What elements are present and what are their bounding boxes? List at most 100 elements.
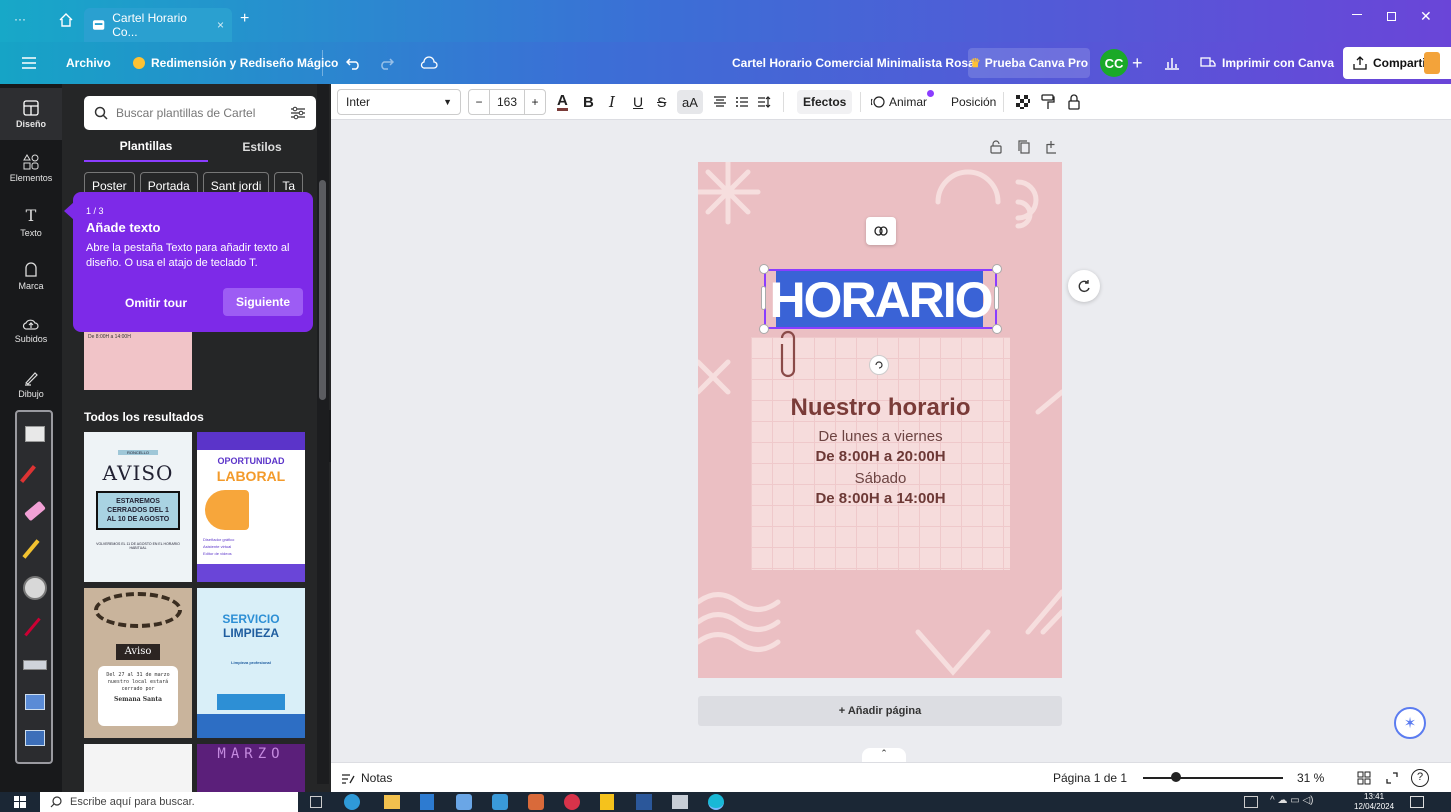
zoom-slider-thumb[interactable] — [1170, 772, 1181, 782]
page-indicator[interactable]: Página 1 de 1 — [1053, 771, 1127, 785]
rail-item-draw[interactable]: Dibujo — [0, 358, 62, 410]
tab-close-icon[interactable]: × — [217, 18, 224, 32]
lock-icon[interactable] — [1067, 84, 1081, 120]
font-size-input[interactable]: 163 — [489, 90, 525, 114]
magic-assistant-icon[interactable]: ✶ — [1394, 707, 1426, 739]
print-button[interactable]: Imprimir con Canva — [1192, 48, 1336, 78]
magic-resize-button[interactable]: Redimensión y Rediseño Mágico — [133, 42, 338, 84]
resize-handle[interactable] — [759, 324, 769, 334]
whiteboard-icon[interactable] — [25, 426, 45, 442]
maximize-icon[interactable] — [1387, 12, 1396, 21]
app-icon[interactable] — [600, 794, 614, 810]
expand-pages-icon[interactable]: ⌃ — [862, 748, 906, 762]
effects-button[interactable]: Efectos — [797, 90, 853, 114]
rail-item-text[interactable]: T Texto — [0, 196, 62, 248]
taskbar-search[interactable]: Escribe aquí para buscar. — [40, 792, 298, 812]
poster-subtitle[interactable]: Nuestro horario — [751, 394, 1010, 422]
notes-button[interactable]: Notas — [341, 771, 392, 785]
add-collaborator-icon[interactable]: + — [1132, 42, 1143, 84]
avatar[interactable]: CC — [1100, 49, 1128, 77]
paperclip-icon[interactable] — [776, 330, 800, 380]
add-page-button[interactable]: + Añadir página — [698, 696, 1062, 726]
pointer-tool-icon[interactable] — [23, 576, 47, 600]
document-title[interactable]: Cartel Horario Comercial Minimalista Ros… — [732, 42, 975, 84]
underline-icon[interactable]: U — [633, 84, 643, 120]
template-search-field[interactable]: Buscar plantillas de Cartel — [84, 96, 316, 130]
app-icon[interactable] — [492, 794, 508, 810]
desktop-icon[interactable] — [25, 730, 45, 746]
marker-red-icon[interactable] — [20, 465, 36, 483]
analytics-icon[interactable] — [1164, 42, 1180, 84]
decrease-size-button[interactable]: − — [469, 95, 489, 109]
align-icon[interactable] — [713, 84, 727, 120]
poster-line[interactable]: De 8:00H a 14:00H — [751, 490, 1010, 507]
grid-view-icon[interactable] — [1357, 771, 1371, 785]
store-icon[interactable] — [420, 794, 434, 810]
tray-icons[interactable]: ^ ☁ ▭ ◁) — [1270, 795, 1314, 806]
screen-icon[interactable] — [25, 694, 45, 710]
new-tab-button[interactable]: + — [240, 10, 249, 28]
word-icon[interactable] — [636, 794, 652, 810]
spacing-icon[interactable] — [757, 84, 771, 120]
opera-icon[interactable] — [564, 794, 580, 810]
rail-item-uploads[interactable]: Subidos — [0, 304, 62, 356]
duplicate-page-icon[interactable] — [1018, 140, 1030, 154]
template-card-partial[interactable] — [84, 744, 192, 792]
app-icon[interactable] — [528, 794, 544, 810]
template-card-limpieza[interactable]: SERVICIO LIMPIEZA Limpieza profesional — [197, 588, 305, 738]
template-card-marzo[interactable]: MARZO — [197, 744, 305, 792]
filter-icon[interactable] — [290, 106, 306, 120]
help-icon[interactable]: ? — [1411, 769, 1429, 787]
skip-tour-button[interactable]: Omitir tour — [125, 296, 187, 310]
canva-icon[interactable] — [708, 794, 724, 810]
cloud-sync-icon[interactable] — [420, 42, 438, 84]
zoom-slider-track[interactable] — [1143, 777, 1283, 779]
link-button[interactable] — [866, 217, 896, 245]
next-button[interactable]: Siguiente — [223, 288, 303, 316]
template-card-aviso[interactable]: RONCELLO AVISO ESTAREMOS CERRADOS DEL 1 … — [84, 432, 192, 582]
tray-app-icon[interactable] — [1244, 796, 1258, 808]
panel-scrollbar-thumb[interactable] — [319, 180, 326, 400]
lock-page-icon[interactable] — [990, 140, 1002, 154]
try-pro-button[interactable]: ♛ Prueba Canva Pro — [968, 48, 1090, 78]
poster-line[interactable]: De 8:00H a 20:00H — [751, 448, 1010, 465]
italic-icon[interactable]: I — [609, 84, 615, 120]
magic-refresh-button[interactable] — [1068, 270, 1100, 302]
minimize-icon[interactable] — [1352, 14, 1362, 15]
text-color-icon[interactable]: A — [557, 84, 568, 120]
file-explorer-icon[interactable] — [384, 795, 400, 809]
side-handle[interactable] — [761, 286, 766, 310]
paint-roller-icon[interactable] — [1041, 84, 1055, 120]
rotate-handle-icon[interactable] — [869, 355, 889, 375]
browser-tab[interactable]: Cartel Horario Co... × — [84, 8, 232, 42]
tab-styles[interactable]: Estilos — [208, 132, 316, 162]
task-view-icon[interactable] — [310, 796, 322, 808]
eraser-icon[interactable] — [24, 500, 46, 522]
zoom-level[interactable]: 31 % — [1297, 771, 1324, 785]
bold-icon[interactable]: B — [583, 84, 594, 120]
windows-start-icon[interactable] — [14, 796, 26, 808]
app-icon[interactable] — [672, 795, 688, 809]
animate-button[interactable]: Animar — [871, 84, 927, 120]
hamburger-menu-icon[interactable] — [22, 42, 36, 84]
template-card-semana-santa[interactable]: Aviso Del 27 al 31 de marzo nuestro loca… — [84, 588, 192, 738]
font-family-select[interactable]: Inter ▼ — [337, 89, 461, 115]
keyboard-icon[interactable] — [23, 660, 47, 670]
extension-icon[interactable] — [1424, 52, 1440, 74]
list-icon[interactable] — [735, 84, 749, 120]
undo-icon[interactable] — [346, 42, 362, 84]
rail-item-design[interactable]: Diseño — [0, 88, 62, 140]
resize-handle[interactable] — [992, 264, 1002, 274]
heading-text[interactable]: HORARIO — [764, 270, 997, 330]
rail-item-brand[interactable]: Marca — [0, 250, 62, 302]
letter-case-icon[interactable]: aA — [677, 90, 703, 114]
pencil-yellow-icon[interactable] — [22, 539, 40, 559]
redo-icon[interactable] — [378, 42, 394, 84]
app-icon[interactable] — [456, 794, 472, 810]
resize-handle[interactable] — [759, 264, 769, 274]
menu-dots-icon[interactable]: ··· — [14, 12, 26, 26]
rail-item-elements[interactable]: Elementos — [0, 142, 62, 194]
tab-templates[interactable]: Plantillas — [84, 132, 208, 162]
fullscreen-icon[interactable] — [1385, 771, 1399, 785]
template-card-oportunidad[interactable]: OPORTUNIDAD LABORAL Diseñador gráfico As… — [197, 432, 305, 582]
